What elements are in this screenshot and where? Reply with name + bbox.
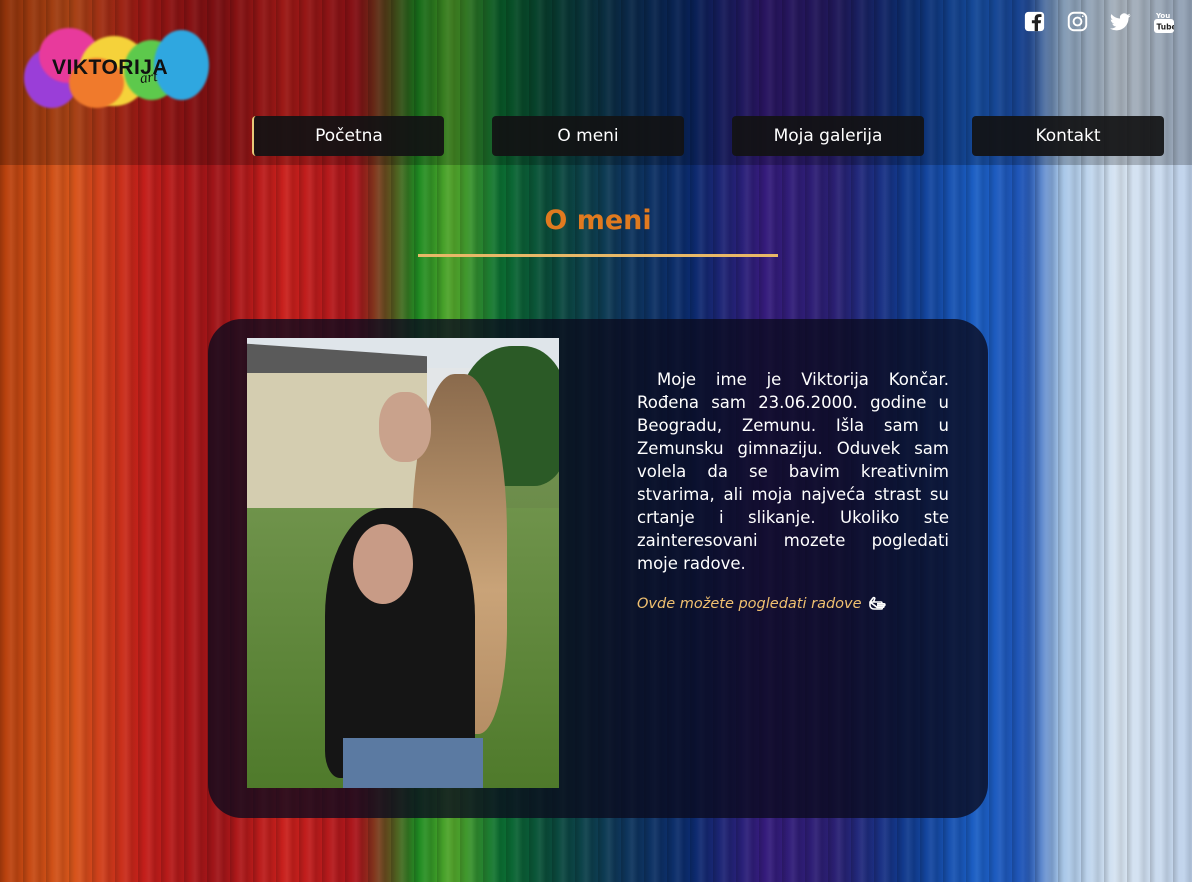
facebook-icon[interactable] [1024,11,1045,32]
nav-label: Početna [315,126,383,146]
profile-photo [247,338,559,788]
bio-text: Moje ime je Viktorija Končar. Rođena sam… [637,370,949,573]
logo-sub: art [138,68,159,88]
title-underline [418,254,778,257]
nav-item-moja-galerija[interactable]: Moja galerija [732,116,924,156]
nav-label: Moja galerija [773,126,883,146]
nav-item-pocetna[interactable]: Početna [252,116,444,156]
site-header: VIKTORIJA art You Tube Početna O meni Moj… [0,0,1192,165]
main-nav: Početna O meni Moja galerija Kontakt [252,116,1164,156]
site-logo[interactable]: VIKTORIJA art [24,18,210,118]
page-title: O meni [544,205,652,236]
social-links: You Tube [1024,11,1174,33]
instagram-icon[interactable] [1067,11,1088,32]
nav-label: O meni [557,126,619,146]
gallery-link[interactable]: Ovde možete pogledati radove [637,595,890,613]
nav-item-o-meni[interactable]: O meni [492,116,684,156]
pointing-hand-icon [868,595,890,613]
twitter-icon[interactable] [1110,11,1131,32]
nav-item-kontakt[interactable]: Kontakt [972,116,1164,156]
nav-label: Kontakt [1035,126,1101,146]
svg-text:Tube: Tube [1156,22,1174,31]
svg-text:You: You [1155,12,1170,20]
gallery-link-label: Ovde možete pogledati radove [637,596,862,612]
youtube-icon[interactable]: You Tube [1153,11,1174,33]
